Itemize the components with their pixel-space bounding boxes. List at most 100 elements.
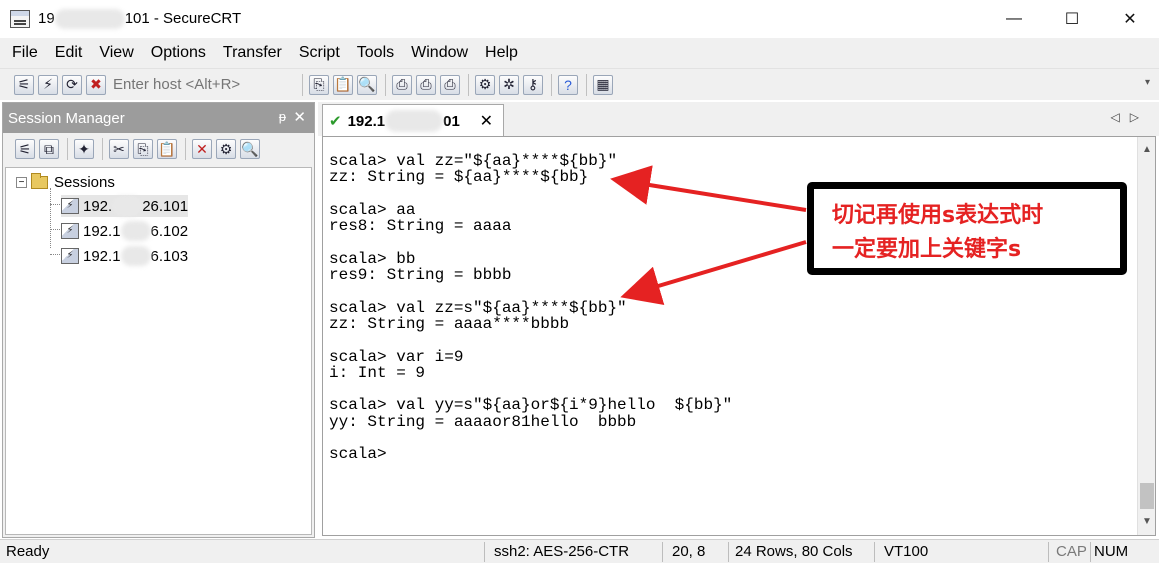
redacted-blur <box>54 9 125 29</box>
tab-scroll-arrows-icon[interactable]: ◁▷ <box>1111 110 1149 124</box>
screenshot-icon[interactable]: ▦ <box>593 74 613 95</box>
connect-icon[interactable]: ⚟ <box>14 74 34 95</box>
securecrt-app-icon[interactable] <box>10 10 30 28</box>
properties-icon[interactable]: ⚙ <box>216 139 236 159</box>
annotation-line-2: 一定要加上关键字s <box>832 237 1022 262</box>
session-manager-panel: Session Manager ᵽ ✕ ⚟ ⧉ ✦ ✂ ⎘ 📋 ✕ ⚙ 🔍 − … <box>2 102 315 538</box>
connect-session-icon[interactable]: ⚟ <box>15 139 35 159</box>
keymap-icon[interactable]: ⚷ <box>523 74 543 95</box>
session-manager-title: Session Manager <box>8 109 125 127</box>
menu-view[interactable]: View <box>99 44 133 62</box>
session-label-prefix: 192. <box>83 197 113 215</box>
cut-icon[interactable]: ✂ <box>109 139 129 159</box>
quick-connect-icon[interactable]: ⚡ <box>38 74 58 95</box>
status-ready: Ready <box>6 543 50 560</box>
menu-file[interactable]: File <box>12 44 38 62</box>
session-icon: ⚡ <box>61 248 79 264</box>
toolbar-separator <box>385 73 386 96</box>
toolbar-separator <box>586 73 587 96</box>
window-title-prefix: 19 <box>38 9 55 27</box>
close-window-button[interactable]: ✕ <box>1101 0 1159 38</box>
session-item[interactable]: ⚡ 192. 26.101 <box>61 195 189 217</box>
title-bar: 19 101 - SecureCRT — ☐ ✕ <box>0 0 1159 38</box>
collapse-toggle[interactable]: − <box>16 176 27 188</box>
window-title: 19 101 - SecureCRT <box>38 9 241 29</box>
menu-window[interactable]: Window <box>411 44 468 62</box>
copy-icon[interactable]: ⎘ <box>309 74 329 95</box>
scroll-down-icon[interactable]: ▼ <box>1138 513 1156 531</box>
connect-in-tab-icon[interactable]: ⧉ <box>39 139 59 159</box>
menu-bar: File Edit View Options Transfer Script T… <box>0 38 1159 68</box>
tree-connector <box>50 188 51 248</box>
tab-label-suffix: 01 <box>443 112 460 130</box>
scroll-thumb[interactable] <box>1140 483 1154 509</box>
folder-icon <box>31 172 48 189</box>
copy-session-icon[interactable]: ⎘ <box>133 139 153 159</box>
tab-close-icon[interactable]: ✕ <box>480 111 493 131</box>
menu-help[interactable]: Help <box>485 44 518 62</box>
status-cursor-position: 20, 8 <box>672 543 706 560</box>
session-item[interactable]: ⚡ 192.1 6.103 <box>61 245 188 267</box>
terminal-scrollbar[interactable]: ▲ ▼ <box>1137 137 1155 535</box>
main-toolbar: ⚟ ⚡ ⟳ ✖ ⎘ 📋 🔍 ⎙ ⎙ ⎙ ⚙ ✲ ⚷ ? ▦ ▾ <box>0 68 1159 100</box>
status-emulation: VT100 <box>884 543 929 560</box>
tree-root-sessions[interactable]: − Sessions <box>16 171 115 193</box>
close-panel-icon[interactable]: ✕ <box>293 108 306 126</box>
status-separator <box>1090 542 1091 562</box>
paste-icon[interactable]: 📋 <box>333 74 353 95</box>
connected-check-icon: ✔ <box>329 113 342 130</box>
session-tab[interactable]: ✔ 192.1 01 ✕ <box>322 104 504 137</box>
print-selection-icon[interactable]: ⎙ <box>416 74 436 95</box>
new-session-icon[interactable]: ✦ <box>74 139 94 159</box>
status-separator <box>662 542 663 562</box>
paste-session-icon[interactable]: 📋 <box>157 139 177 159</box>
global-options-icon[interactable]: ✲ <box>499 74 519 95</box>
printer-icon[interactable]: ⎙ <box>440 74 460 95</box>
enter-host-input[interactable] <box>110 72 290 97</box>
toolbar-separator <box>468 73 469 96</box>
disconnect-icon[interactable]: ✖ <box>86 74 106 95</box>
session-item[interactable]: ⚡ 192.1 6.102 <box>61 220 188 242</box>
terminal-output: scala> val zz="${aa}****${bb}" zz: Strin… <box>329 152 733 464</box>
toolbar-overflow-icon[interactable]: ▾ <box>1145 77 1153 95</box>
toolbar-separator <box>302 73 303 96</box>
scroll-up-icon[interactable]: ▲ <box>1138 141 1156 159</box>
status-terminal-size: 24 Rows, 80 Cols <box>735 543 853 560</box>
toolbar-separator <box>185 138 186 160</box>
minimize-button[interactable]: — <box>985 0 1043 38</box>
session-icon: ⚡ <box>61 223 79 239</box>
session-tab-strip: ✔ 192.1 01 ✕ ◁▷ <box>318 102 1159 137</box>
tab-label-prefix: 192.1 <box>347 112 386 130</box>
session-manager-toolbar: ⚟ ⧉ ✦ ✂ ⎘ 📋 ✕ ⚙ 🔍 <box>3 133 314 165</box>
menu-script[interactable]: Script <box>299 44 340 62</box>
toolbar-separator <box>551 73 552 96</box>
status-separator <box>484 542 485 562</box>
menu-edit[interactable]: Edit <box>55 44 83 62</box>
redacted-blur <box>385 110 444 132</box>
status-separator <box>874 542 875 562</box>
print-icon[interactable]: ⎙ <box>392 74 412 95</box>
status-separator <box>728 542 729 562</box>
connect-tab-icon[interactable]: ⟳ <box>62 74 82 95</box>
annotation-callout: 切记再使用s表达式时 一定要加上关键字s <box>807 182 1127 275</box>
menu-transfer[interactable]: Transfer <box>223 44 282 62</box>
help-icon[interactable]: ? <box>558 74 578 95</box>
session-label-suffix: 6.103 <box>150 247 189 265</box>
redacted-blur <box>112 196 143 216</box>
status-caps-lock: CAP <box>1056 543 1087 560</box>
find-icon[interactable]: 🔍 <box>357 74 377 95</box>
session-label-suffix: 6.102 <box>150 222 189 240</box>
session-label-prefix: 192.1 <box>83 222 121 240</box>
maximize-button[interactable]: ☐ <box>1043 0 1101 38</box>
delete-icon[interactable]: ✕ <box>192 139 212 159</box>
status-bar: Ready ssh2: AES-256-CTR 20, 8 24 Rows, 8… <box>0 539 1159 563</box>
session-options-icon[interactable]: ⚙ <box>475 74 495 95</box>
find-session-icon[interactable]: 🔍 <box>240 139 260 159</box>
session-manager-header: Session Manager ᵽ ✕ <box>3 103 314 133</box>
status-cipher: ssh2: AES-256-CTR <box>494 543 630 560</box>
menu-options[interactable]: Options <box>151 44 206 62</box>
menu-tools[interactable]: Tools <box>357 44 394 62</box>
annotation-line-1: 切记再使用s表达式时 <box>832 203 1044 228</box>
toolbar-separator <box>67 138 68 160</box>
pin-icon[interactable]: ᵽ <box>279 109 286 124</box>
